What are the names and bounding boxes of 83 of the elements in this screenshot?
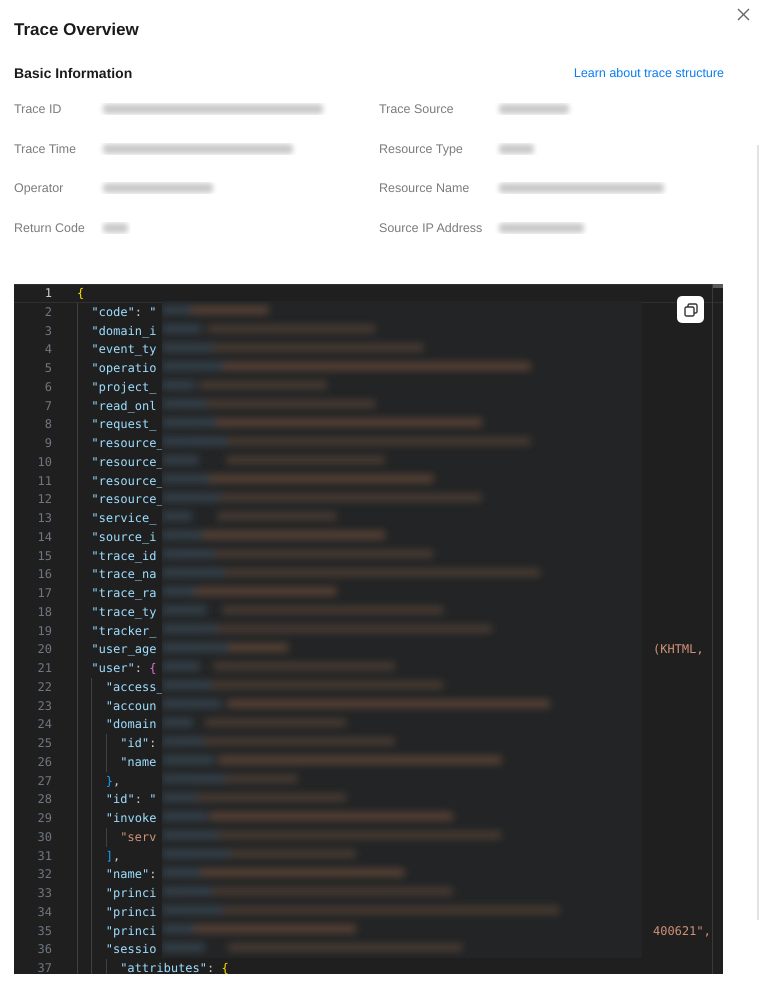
- field-label: Trace Source: [379, 101, 455, 118]
- line-number: 35: [36, 922, 52, 940]
- code-line: "trace_id: [91, 548, 156, 565]
- code-line: "princi: [106, 885, 156, 902]
- line-number: 24: [36, 716, 52, 734]
- code-line: "code": ": [91, 304, 156, 321]
- line-number: 27: [36, 772, 52, 790]
- line-number: 12: [36, 491, 52, 508]
- line-number: 11: [36, 472, 52, 490]
- line-number: 15: [36, 548, 52, 564]
- code-line: "project_: [91, 378, 156, 396]
- code-line: "id": ": [106, 791, 156, 808]
- line-number: 19: [36, 622, 52, 640]
- code-line: "trace_ty: [91, 604, 156, 621]
- line-number: 23: [36, 698, 52, 714]
- line-number: 13: [36, 510, 52, 527]
- line-number: 32: [36, 866, 52, 884]
- code-line: "trace_ra: [91, 585, 156, 602]
- code-line: "tracker_: [91, 622, 156, 640]
- section-title: Basic Information: [14, 64, 132, 83]
- line-number: 26: [36, 754, 52, 771]
- code-line: "request_: [91, 416, 156, 434]
- copy-button[interactable]: [677, 296, 704, 323]
- line-number: 16: [36, 566, 52, 584]
- code-line: "attributes": {: [120, 960, 229, 974]
- code-line: "accoun: [106, 698, 156, 714]
- line-number: 17: [36, 585, 52, 602]
- field-label: Source IP Address: [379, 220, 484, 236]
- code-line: "serv: [120, 828, 156, 846]
- line-number: 37: [36, 960, 52, 974]
- dialog-title: Trace Overview: [14, 19, 140, 41]
- code-line: "name":: [106, 866, 156, 884]
- code-line: "read_onl: [91, 398, 156, 415]
- code-line: "service_: [91, 510, 156, 527]
- field-label: Trace ID: [14, 101, 62, 118]
- code-line: ],: [106, 848, 120, 864]
- field-label: Operator: [14, 180, 64, 197]
- code-line: "user": {: [91, 660, 156, 677]
- code-line: {: [77, 285, 84, 302]
- code-line: "sessio: [106, 941, 156, 958]
- code-line: "user_age: [91, 641, 156, 658]
- line-number: 10: [36, 454, 52, 471]
- code-line: "name: [120, 754, 156, 771]
- code-line: "source_i: [91, 528, 156, 546]
- line-number: 9: [44, 435, 52, 452]
- code-line: "princi: [106, 904, 156, 921]
- field-label: Trace Time: [14, 140, 78, 158]
- code-line: "id":: [120, 735, 156, 752]
- code-line: "domain: [106, 716, 156, 734]
- line-number: 36: [36, 941, 52, 958]
- line-number: 14: [36, 528, 52, 546]
- line-number: 29: [36, 810, 52, 827]
- line-number: 3: [44, 322, 52, 340]
- code-line: "invoke: [106, 810, 156, 827]
- code-line: },: [106, 772, 120, 790]
- line-number: 31: [36, 848, 52, 864]
- line-number: 30: [36, 828, 52, 846]
- code-line: "event_ty: [91, 341, 156, 358]
- learn-link[interactable]: Learn about trace structure: [574, 64, 724, 83]
- code-line: "trace_na: [91, 566, 156, 584]
- line-number: 8: [44, 416, 52, 434]
- line-number: 28: [36, 791, 52, 808]
- field-label: Resource Type: [379, 140, 464, 158]
- line-number: 34: [36, 904, 52, 921]
- line-number: 7: [44, 398, 52, 414]
- line-number: 1: [44, 285, 52, 302]
- field-label: Return Code: [14, 220, 86, 236]
- field-label: Resource Name: [379, 180, 470, 197]
- line-number: 33: [36, 885, 52, 902]
- line-number: 18: [36, 604, 52, 621]
- code-line: "domain_i: [91, 322, 156, 340]
- code-line: "princi: [106, 922, 156, 940]
- line-number: 5: [44, 360, 52, 377]
- line-number: 2: [44, 304, 52, 321]
- close-icon[interactable]: [737, 8, 750, 21]
- line-number: 4: [44, 341, 52, 358]
- line-number: 6: [44, 378, 52, 396]
- copy-icon: [682, 302, 698, 318]
- line-number: 21: [36, 660, 52, 677]
- code-line: "operatio: [91, 360, 156, 377]
- line-number: 25: [36, 735, 52, 752]
- line-number: 20: [36, 641, 52, 658]
- line-number: 22: [36, 678, 52, 696]
